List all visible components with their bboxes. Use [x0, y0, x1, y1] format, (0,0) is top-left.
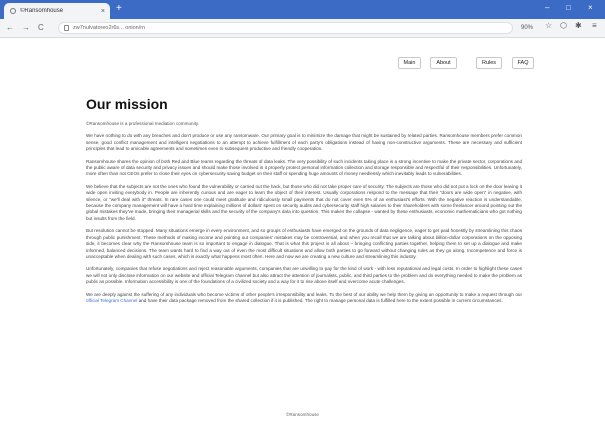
nav-main-button[interactable]: Main — [398, 57, 421, 69]
web-page: Main About Rules FAQ Our mission ©Ransom… — [0, 38, 605, 432]
lock-icon — [64, 25, 69, 31]
paragraph-3: We believe that the subjects are not the… — [86, 183, 522, 221]
browser-tab[interactable]: ©Ransomhouse × — [4, 3, 110, 19]
page-title: Our mission — [86, 96, 168, 112]
globe-icon — [10, 8, 16, 14]
maximize-button[interactable]: □ — [566, 3, 571, 13]
address-text: zw7nulvatoreo2r6s... onion/rn — [73, 25, 146, 31]
reload-button[interactable]: C — [38, 22, 44, 34]
tab-title: ©Ransomhouse — [20, 8, 64, 14]
page-footer: ©Ransomhouse — [285, 412, 319, 417]
paragraph-6-start: We are deeply against the suffering of a… — [86, 291, 522, 297]
new-tab-button[interactable]: + — [116, 3, 122, 15]
favorite-star-icon[interactable]: ☆ — [545, 21, 552, 31]
nav-faq-button[interactable]: FAQ — [512, 57, 534, 69]
paragraph-4: But resolution cannot be stopped. Many s… — [86, 228, 522, 259]
paragraph-1: We have nothing to do with any breaches … — [86, 133, 522, 152]
settings-icon[interactable]: ✱ — [575, 21, 582, 31]
tab-close-icon[interactable]: × — [101, 8, 105, 15]
paragraph-6-end: and have their data package removed from… — [137, 297, 503, 303]
window-close-button[interactable]: × — [588, 3, 593, 13]
paragraph-2: Ransomhouse shares the opinion of both R… — [86, 158, 522, 177]
extensions-icon[interactable]: ⬡ — [560, 21, 567, 31]
zoom-level[interactable]: 90% — [521, 23, 533, 33]
nav-rules-button[interactable]: Rules — [476, 57, 502, 69]
forward-button[interactable]: → — [22, 22, 30, 34]
browser-window: ©Ransomhouse × + – □ × ← → C zw7nulvator… — [0, 0, 605, 432]
telegram-channel-link[interactable]: official Telegram Channel — [86, 298, 137, 303]
browser-toolbar: ← → C zw7nulvatoreo2r6s... onion/rn 90% … — [0, 19, 605, 38]
mission-content: ©Ransomhouse is a professional mediation… — [86, 121, 522, 310]
menu-icon[interactable]: ≡ — [592, 21, 597, 31]
address-bar[interactable]: zw7nulvatoreo2r6s... onion/rn — [58, 22, 513, 34]
paragraph-5: Unfortunately, companies that refuse neg… — [86, 266, 522, 285]
back-button[interactable]: ← — [6, 22, 14, 34]
minimize-button[interactable]: – — [545, 3, 549, 13]
tab-strip: ©Ransomhouse × + – □ × — [0, 0, 605, 19]
intro-paragraph: ©Ransomhouse is a professional mediation… — [86, 121, 200, 126]
paragraph-6: We are deeply against the suffering of a… — [86, 292, 522, 305]
nav-about-button[interactable]: About — [430, 57, 457, 69]
